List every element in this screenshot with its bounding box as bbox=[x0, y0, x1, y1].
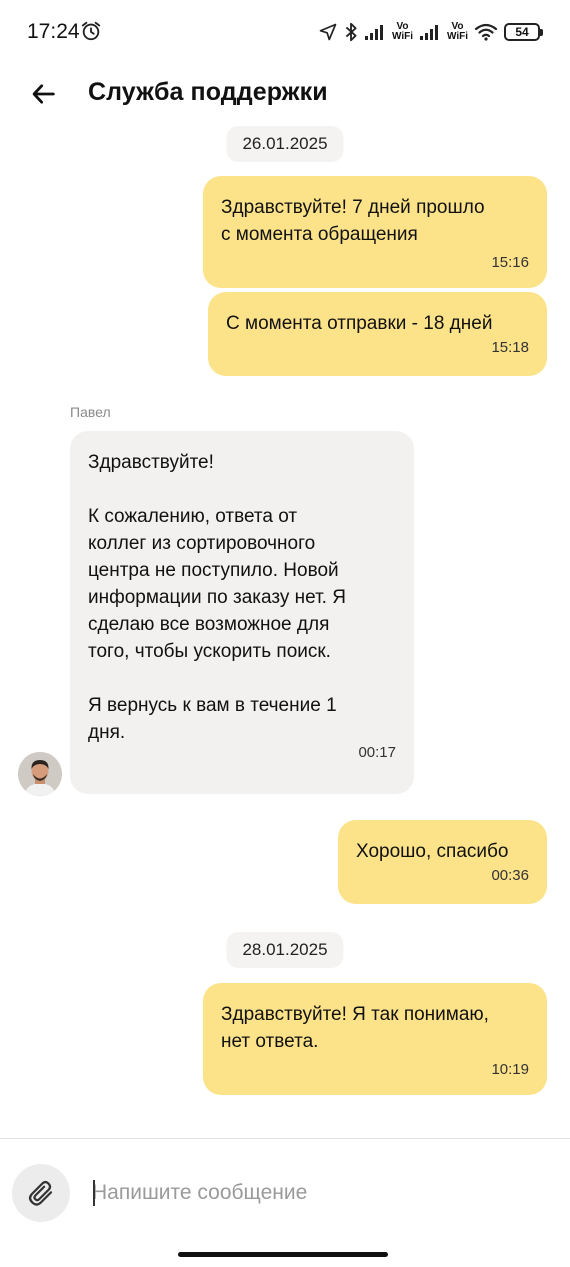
attach-button[interactable] bbox=[12, 1164, 70, 1222]
composer-divider bbox=[0, 1138, 570, 1139]
text-caret bbox=[93, 1180, 95, 1206]
battery-icon: 54 bbox=[504, 23, 543, 41]
paperclip-icon bbox=[28, 1180, 53, 1206]
message-time: 15:16 bbox=[491, 254, 529, 271]
date-separator: 28.01.2025 bbox=[226, 932, 344, 968]
status-icons: Vo WiFi Vo WiFi 54 bbox=[318, 18, 543, 46]
person-avatar-icon bbox=[18, 752, 62, 796]
home-indicator[interactable] bbox=[178, 1252, 388, 1257]
message-time: 10:19 bbox=[491, 1061, 529, 1078]
wifi-icon bbox=[474, 23, 498, 41]
message-text: Здравствуйте! Я так понимаю, нет ответа. bbox=[221, 1004, 489, 1052]
message-time: 00:36 bbox=[491, 867, 529, 884]
message-input[interactable] bbox=[92, 1170, 542, 1216]
outgoing-message[interactable]: Здравствуйте! Я так понимаю, нет ответа.… bbox=[203, 983, 547, 1095]
location-arrow-icon bbox=[319, 23, 337, 41]
outgoing-message[interactable]: Хорошо, спасибо 00:36 bbox=[338, 820, 547, 904]
signal-icon-2 bbox=[419, 25, 438, 40]
message-time: 00:17 bbox=[358, 744, 396, 761]
vowifi-label-1: Vo WiFi bbox=[391, 21, 413, 42]
arrow-left-icon bbox=[32, 84, 55, 104]
vowifi-label-2: Vo WiFi bbox=[446, 21, 468, 42]
message-text: С момента отправки - 18 дней bbox=[226, 313, 493, 334]
message-time: 15:18 bbox=[491, 339, 529, 356]
outgoing-message[interactable]: С момента отправки - 18 дней 15:18 bbox=[208, 292, 547, 376]
message-text: Здравствуйте! 7 дней прошло с момента об… bbox=[221, 197, 485, 245]
avatar[interactable] bbox=[18, 752, 62, 796]
status-bar: 17:24 Vo WiFi Vo WiFi 54 bbox=[0, 0, 570, 64]
sender-name: Павел bbox=[70, 404, 111, 420]
message-text: Здравствуйте! К сожалению, ответа от кол… bbox=[88, 452, 346, 743]
outgoing-message[interactable]: Здравствуйте! 7 дней прошло с момента об… bbox=[203, 176, 547, 288]
back-button[interactable] bbox=[24, 74, 64, 114]
status-time: 17:24 bbox=[27, 20, 80, 43]
page-title: Служба поддержки bbox=[88, 78, 328, 106]
bluetooth-icon bbox=[345, 22, 357, 42]
date-separator: 26.01.2025 bbox=[226, 126, 344, 162]
battery-level: 54 bbox=[515, 25, 529, 39]
chat-messages[interactable]: 26.01.2025 Здравствуйте! 7 дней прошло с… bbox=[0, 126, 570, 1138]
alarm-clock-icon bbox=[81, 21, 101, 41]
message-text: Хорошо, спасибо bbox=[356, 841, 509, 862]
signal-icon-1 bbox=[364, 25, 383, 40]
header: Служба поддержки bbox=[0, 64, 570, 126]
incoming-message[interactable]: Здравствуйте! К сожалению, ответа от кол… bbox=[70, 431, 414, 794]
